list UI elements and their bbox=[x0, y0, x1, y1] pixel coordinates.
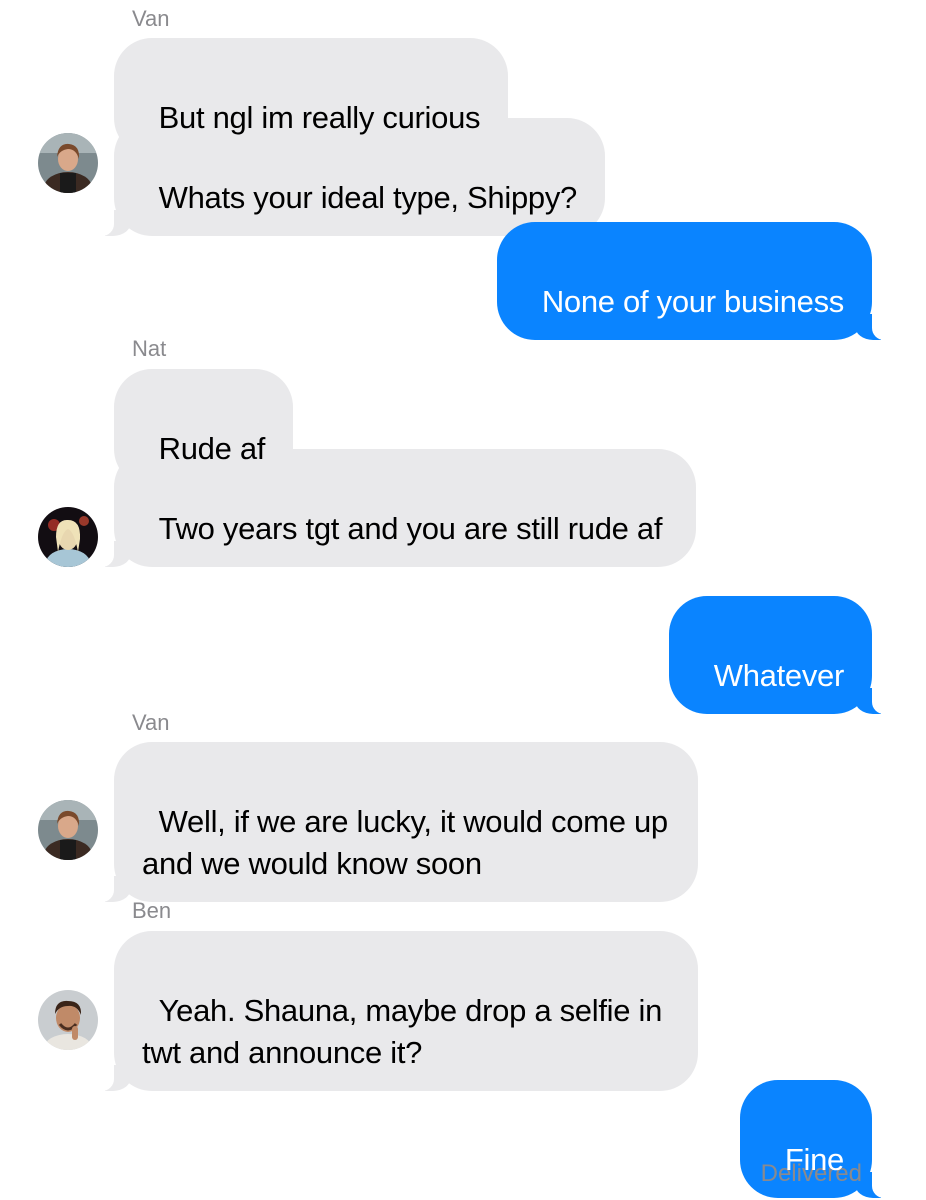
message-text: Whatever bbox=[713, 658, 845, 693]
van-avatar-icon[interactable] bbox=[38, 800, 98, 860]
van-avatar-icon[interactable] bbox=[38, 133, 98, 193]
ben-avatar-icon[interactable] bbox=[38, 990, 98, 1050]
message-text: Well, if we are lucky, it would come up … bbox=[142, 804, 677, 881]
sender-label: Van bbox=[132, 6, 170, 31]
sender-label: Ben bbox=[132, 898, 172, 923]
sender-label: Van bbox=[132, 710, 170, 735]
message-bubble-outgoing[interactable]: None of your business bbox=[497, 222, 886, 340]
message-bubble-incoming[interactable]: Two years tgt and you are still rude af bbox=[100, 449, 696, 567]
message-bubble-incoming[interactable]: Yeah. Shauna, maybe drop a selfie in twt… bbox=[100, 931, 698, 1091]
message-bubble-incoming[interactable]: Whats your ideal type, Shippy? bbox=[100, 118, 605, 236]
nat-avatar-icon[interactable] bbox=[38, 507, 98, 567]
message-text: Rude af bbox=[158, 431, 266, 466]
message-bubble-incoming[interactable]: Well, if we are lucky, it would come up … bbox=[100, 742, 698, 902]
message-bubble-outgoing[interactable]: Whatever bbox=[669, 596, 886, 714]
sender-label: Nat bbox=[132, 336, 167, 361]
message-text: Fine bbox=[784, 1142, 844, 1177]
message-text: Yeah. Shauna, maybe drop a selfie in twt… bbox=[142, 993, 671, 1070]
message-text: Two years tgt and you are still rude af bbox=[158, 511, 663, 546]
message-text: None of your business bbox=[541, 284, 844, 319]
message-text: But ngl im really curious bbox=[158, 100, 481, 135]
message-text: Whats your ideal type, Shippy? bbox=[158, 180, 578, 215]
